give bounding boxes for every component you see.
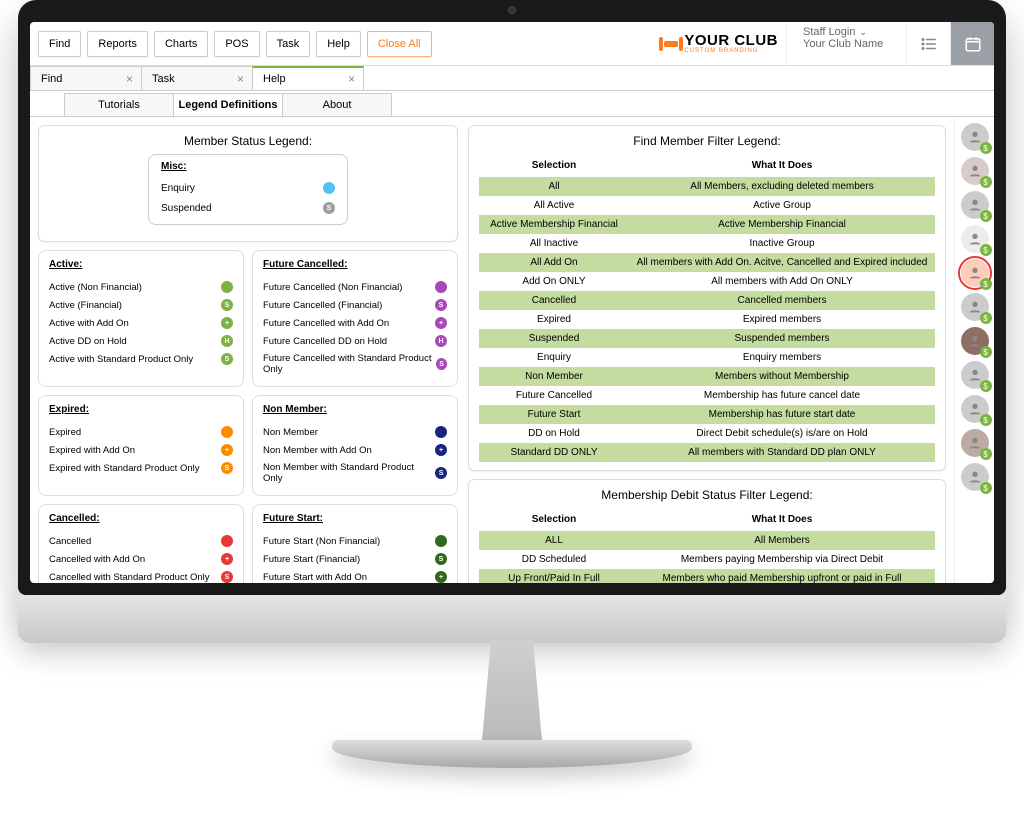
help-button[interactable]: Help [316, 31, 361, 57]
subtab-legend[interactable]: Legend Definitions [173, 93, 283, 116]
avatar[interactable]: $ [961, 429, 989, 457]
avatar[interactable]: $ [961, 361, 989, 389]
chevron-down-icon: ⌄ [859, 27, 867, 38]
debit-status-filter-panel: Membership Debit Status Filter Legend: S… [468, 479, 946, 583]
table-row: Future CancelledMembership has future ca… [479, 386, 935, 405]
member-sidebar: $ $ $ $ $ $ $ $ $ $ $ [954, 117, 994, 583]
close-icon[interactable]: × [126, 72, 133, 86]
filter-table: SelectionWhat It Does AllAll Members, ex… [479, 154, 935, 462]
non-member-card: Non Member: Non Member Non Member with A… [252, 395, 458, 496]
table-row: DD on HoldDirect Debit schedule(s) is/ar… [479, 424, 935, 443]
close-icon[interactable]: × [348, 72, 355, 86]
webcam [508, 6, 516, 14]
expired-card: Expired: Expired Expired with Add On+ Ex… [38, 395, 244, 496]
table-row: Active Membership FinancialActive Member… [479, 215, 935, 234]
table-row: Non MemberMembers without Membership [479, 367, 935, 386]
money-badge-icon: $ [980, 380, 992, 392]
dot-enquiry [323, 182, 335, 194]
charts-button[interactable]: Charts [154, 31, 208, 57]
avatar-selected[interactable]: $ [961, 259, 989, 287]
avatar[interactable]: $ [961, 123, 989, 151]
table-row: Add On ONLYAll members with Add On ONLY [479, 272, 935, 291]
money-badge-icon: $ [980, 278, 992, 290]
avatar[interactable]: $ [961, 327, 989, 355]
table-row: Future StartMembership has future start … [479, 405, 935, 424]
table-row: Standard DD ONLYAll members with Standar… [479, 443, 935, 462]
avatar[interactable]: $ [961, 293, 989, 321]
tab-help[interactable]: Help× [252, 66, 364, 90]
future-start-card: Future Start: Future Start (Non Financia… [252, 504, 458, 583]
money-badge-icon: $ [980, 244, 992, 256]
subtab-about[interactable]: About [282, 93, 392, 116]
avatar[interactable]: $ [961, 463, 989, 491]
task-button[interactable]: Task [266, 31, 311, 57]
table-row: EnquiryEnquiry members [479, 348, 935, 367]
pos-button[interactable]: POS [214, 31, 259, 57]
avatar[interactable]: $ [961, 191, 989, 219]
brand-name: YOUR CLUB [684, 33, 778, 48]
reports-button[interactable]: Reports [87, 31, 148, 57]
money-badge-icon: $ [980, 414, 992, 426]
tab-task[interactable]: Task× [141, 66, 253, 90]
table-row: All Add OnAll members with Add On. Acitv… [479, 253, 935, 272]
table-row: SuspendedSuspended members [479, 329, 935, 348]
cancelled-card: Cancelled: Cancelled Cancelled with Add … [38, 504, 244, 583]
tab-find[interactable]: Find× [30, 66, 142, 90]
misc-card: Misc: Enquiry SuspendedS [148, 154, 348, 225]
table-row: CancelledCancelled members [479, 291, 935, 310]
find-button[interactable]: Find [38, 31, 81, 57]
topbar: Find Reports Charts POS Task Help Close … [30, 22, 994, 66]
table-row: DD ScheduledMembers paying Membership vi… [479, 550, 935, 569]
dumbbell-icon [664, 41, 678, 47]
subtab-tutorials[interactable]: Tutorials [64, 93, 174, 116]
member-status-legend-panel: Member Status Legend: Misc: Enquiry Susp… [38, 125, 458, 242]
panel-title: Member Status Legend: [49, 134, 447, 148]
table-row: All InactiveInactive Group [479, 234, 935, 253]
list-view-icon[interactable] [906, 22, 950, 65]
money-badge-icon: $ [980, 448, 992, 460]
money-badge-icon: $ [980, 312, 992, 324]
money-badge-icon: $ [980, 346, 992, 358]
future-cancelled-card: Future Cancelled: Future Cancelled (Non … [252, 250, 458, 387]
staff-login-box[interactable]: Staff Login ⌄ Your Club Name [786, 22, 906, 65]
staff-login-label: Staff Login [803, 26, 855, 38]
table-row: ALLAll Members [479, 531, 935, 550]
money-badge-icon: $ [980, 210, 992, 222]
money-badge-icon: $ [980, 142, 992, 154]
panel-title: Membership Debit Status Filter Legend: [479, 488, 935, 502]
table-row: Up Front/Paid In FullMembers who paid Me… [479, 569, 935, 583]
club-name-label: Your Club Name [803, 38, 890, 50]
active-card: Active: Active (Non Financial) Active (F… [38, 250, 244, 387]
table-row: All ActiveActive Group [479, 196, 935, 215]
avatar[interactable]: $ [961, 157, 989, 185]
workspace-tabs: Find× Task× Help× [30, 66, 994, 91]
avatar[interactable]: $ [961, 395, 989, 423]
money-badge-icon: $ [980, 176, 992, 188]
table-row: AllAll Members, excluding deleted member… [479, 177, 935, 196]
find-member-filter-panel: Find Member Filter Legend: SelectionWhat… [468, 125, 946, 471]
brand-logo: YOUR CLUB CUSTOM BRANDING [664, 22, 786, 65]
close-all-button[interactable]: Close All [367, 31, 432, 57]
panel-title: Find Member Filter Legend: [479, 134, 935, 148]
money-badge-icon: $ [980, 482, 992, 494]
table-row: ExpiredExpired members [479, 310, 935, 329]
calendar-icon[interactable] [950, 22, 994, 65]
dot-suspended: S [323, 202, 335, 214]
avatar[interactable]: $ [961, 225, 989, 253]
close-icon[interactable]: × [237, 72, 244, 86]
help-subtabs: Tutorials Legend Definitions About [30, 91, 994, 117]
debit-table: SelectionWhat It Does ALLAll MembersDD S… [479, 508, 935, 583]
